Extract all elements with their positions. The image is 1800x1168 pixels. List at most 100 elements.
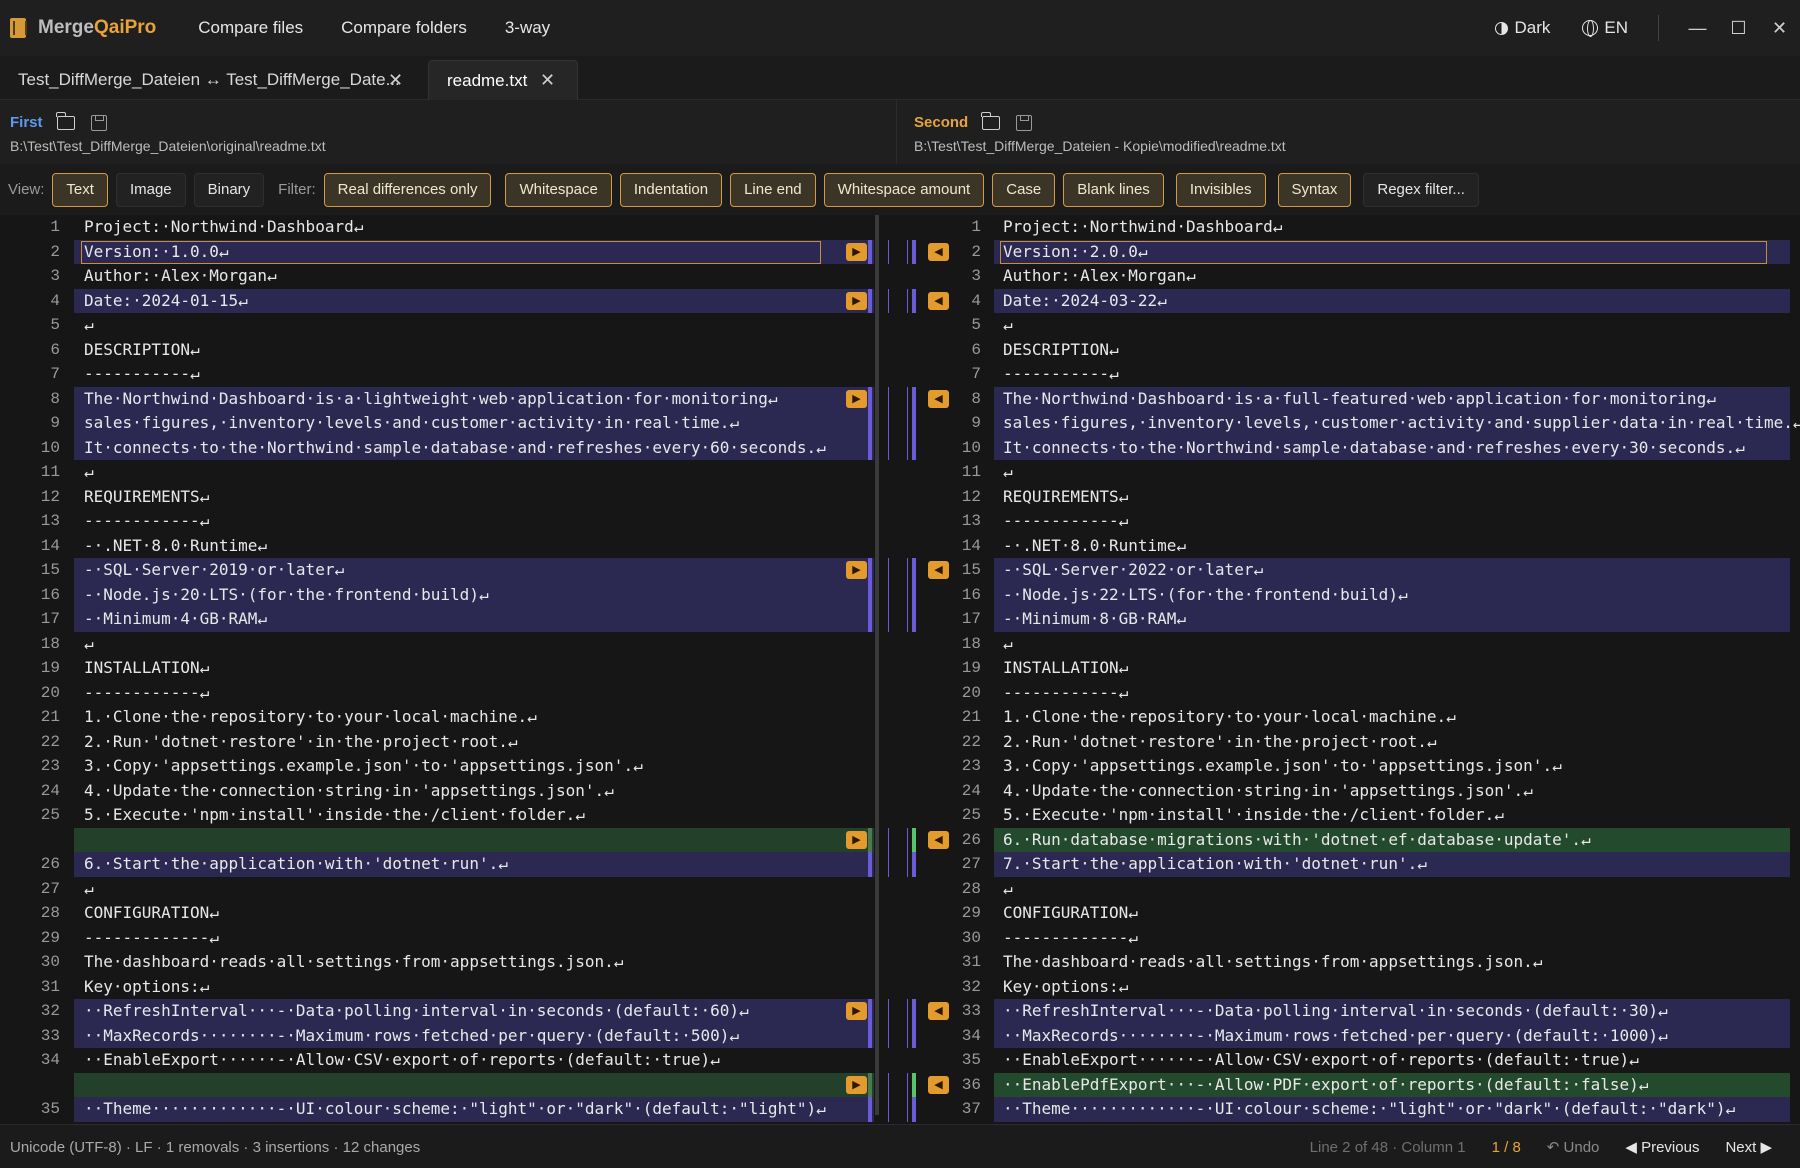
regex-filter-button[interactable]: Regex filter... [1363, 172, 1479, 207]
right-line-text: Version:·2.0.0↵ [1003, 241, 1148, 261]
diff-editor[interactable]: 1 Project:·Northwind·Dashboard↵ 1 Project:·… [0, 215, 1800, 1124]
tab-label: readme.txt [447, 70, 528, 90]
left-line-number: 20 [40, 683, 60, 702]
tab-readme[interactable]: readme.txt ✕ [428, 60, 578, 100]
copy-left-arrow-icon[interactable]: ◀ [928, 242, 949, 261]
copy-right-arrow-icon[interactable]: ▶ [846, 830, 867, 849]
next-diff-button[interactable]: Next ▶ [1725, 1138, 1772, 1156]
language-label: EN [1604, 18, 1628, 37]
line-end-status[interactable]: LF [135, 1139, 153, 1156]
menu-3-way[interactable]: 3-way [505, 18, 550, 38]
left-line-number: 6 [50, 340, 60, 359]
minimize-icon: — [1688, 17, 1707, 38]
diff-row: 27 ↵ 28 ↵ [0, 877, 1800, 902]
title-bar-right: Dark EN — ☐ ✕ [1495, 0, 1800, 56]
copy-left-arrow-icon[interactable]: ◀ [928, 830, 949, 849]
encoding-status[interactable]: Unicode (UTF-8) [10, 1139, 122, 1156]
open-folder-icon[interactable] [55, 111, 75, 130]
left-line-number: 1 [50, 218, 60, 236]
close-window-button[interactable]: ✕ [1759, 0, 1800, 56]
connector-marker [888, 558, 908, 583]
copy-right-arrow-icon[interactable]: ▶ [846, 1075, 867, 1094]
right-change-marker [912, 386, 916, 411]
copy-right-arrow-icon[interactable]: ▶ [846, 389, 867, 408]
right-line-number: 31 [961, 953, 981, 971]
diff-row: 18 ↵ 18 ↵ [0, 632, 1800, 657]
left-line-text: Date:·2024-01-15↵ [84, 290, 248, 310]
brand-suffix: QaiPro [93, 17, 157, 38]
diff-row: 9 sales·figures,·inventory·levels·and·cus… [0, 411, 1800, 436]
right-line-number: 7 [971, 365, 981, 383]
language-selector[interactable]: EN [1582, 18, 1628, 38]
copy-left-arrow-icon[interactable]: ◀ [928, 1075, 949, 1094]
diff-row: 2 Version:·1.0.0↵ 2 Version:·2.0.0↵ ▶ ◀ [0, 239, 1800, 264]
right-line-number: 28 [961, 879, 981, 898]
close-tab-icon[interactable]: ✕ [388, 70, 403, 91]
filter-syntax-toggle[interactable]: Syntax [1277, 172, 1352, 207]
copy-right-arrow-icon[interactable]: ▶ [846, 561, 867, 579]
maximize-button[interactable]: ☐ [1718, 0, 1759, 56]
left-line-number: 16 [40, 585, 60, 604]
left-pane-scrollbar[interactable] [875, 215, 879, 1115]
filter-whitespace-amount-toggle[interactable]: Whitespace amount [823, 172, 985, 207]
connector-marker [888, 582, 908, 607]
filter-indentation-toggle[interactable]: Indentation [619, 172, 723, 207]
diff-row: 12 REQUIREMENTS↵ 12 REQUIREMENTS↵ [0, 485, 1800, 510]
open-folder-icon[interactable] [981, 111, 1001, 130]
diff-row: 14 -·.NET·8.0·Runtime↵ 14 -·.NET·8.0·Runtim… [0, 534, 1800, 559]
undo-button[interactable]: ↶ Undo [1547, 1138, 1600, 1156]
copy-left-arrow-icon[interactable]: ◀ [928, 561, 949, 579]
left-line-number: 18 [40, 634, 60, 653]
filter-whitespace-toggle[interactable]: Whitespace [505, 172, 612, 207]
right-line-number: 22 [961, 732, 981, 751]
filter-blank-lines-toggle[interactable]: Blank lines [1063, 172, 1164, 207]
connector-marker [888, 386, 908, 411]
right-line-text: -·.NET·8.0·Runtime↵ [1003, 535, 1187, 555]
copy-left-arrow-icon[interactable]: ◀ [928, 1002, 949, 1020]
left-line-text: INSTALLATION↵ [84, 658, 210, 677]
close-tab-icon[interactable]: ✕ [540, 70, 555, 91]
diff-row: 26 6.·Run·database·migrations·with·'dotne… [0, 827, 1800, 852]
theme-toggle[interactable]: Dark [1495, 18, 1550, 38]
left-line-number: 11 [40, 463, 60, 481]
left-line-number: 8 [50, 389, 60, 408]
left-line-number: 35 [40, 1100, 60, 1118]
right-line-text: It·connects·to·the·Northwind·sample·data… [1003, 437, 1745, 457]
diff-row: 19 INSTALLATION↵ 19 INSTALLATION↵ [0, 656, 1800, 681]
right-change-marker [912, 288, 916, 313]
filter-invisibles-toggle[interactable]: Invisibles [1175, 172, 1266, 207]
right-line-text: 4.·Update·the·connection·string·in·'apps… [1003, 780, 1533, 800]
right-line-text: ··EnablePdfExport···-·Allow·PDF·export·o… [1003, 1074, 1649, 1094]
tab-folder-compare[interactable]: Test_DiffMerge_Dateien ↔ Test_DiffMerge_… [0, 60, 410, 100]
left-file-label: First [10, 114, 43, 131]
left-change-marker [868, 558, 872, 583]
left-line-number: 22 [40, 732, 60, 751]
left-line-number: 21 [40, 708, 60, 726]
copy-right-arrow-icon[interactable]: ▶ [846, 1002, 867, 1020]
previous-diff-button[interactable]: ◀ Previous [1625, 1138, 1699, 1156]
copy-left-arrow-icon[interactable]: ◀ [928, 291, 949, 310]
menu-compare-files[interactable]: Compare files [198, 18, 303, 38]
filter-line-end-toggle[interactable]: Line end [730, 172, 816, 207]
connector-marker [888, 1097, 908, 1122]
diff-row: 26 6.·Start·the·application·with·'dotnet·… [0, 852, 1800, 877]
right-change-marker [912, 999, 916, 1024]
save-icon[interactable] [90, 114, 107, 131]
menu-compare-folders[interactable]: Compare folders [341, 18, 467, 38]
view-binary-button[interactable]: Binary [193, 172, 265, 207]
view-text-button[interactable]: Text [52, 172, 108, 207]
copy-left-arrow-icon[interactable]: ◀ [928, 389, 949, 408]
filter-real-differences-toggle[interactable]: Real differences only [323, 172, 492, 207]
minimize-button[interactable]: — [1677, 0, 1718, 56]
view-image-button[interactable]: Image [115, 172, 186, 207]
right-line-text: The·Northwind·Dashboard·is·a·full-featur… [1003, 388, 1716, 408]
copy-right-arrow-icon[interactable]: ▶ [846, 291, 867, 310]
left-line-text: It·connects·to·the·Northwind·sample·data… [84, 437, 826, 457]
diff-index: 1 / 8 [1491, 1138, 1521, 1156]
right-line-number: 17 [961, 610, 981, 628]
left-line-text: ↵ [84, 878, 94, 898]
copy-right-arrow-icon[interactable]: ▶ [846, 242, 867, 261]
filter-case-toggle[interactable]: Case [992, 172, 1056, 207]
options-bar: View: Text Image Binary Filter: Real dif… [0, 164, 1800, 215]
save-icon[interactable] [1016, 114, 1033, 131]
